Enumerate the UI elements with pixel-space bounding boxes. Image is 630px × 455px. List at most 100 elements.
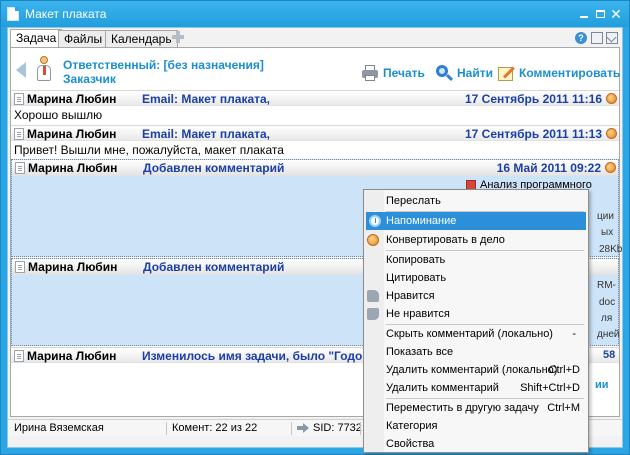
minimize-button[interactable] <box>577 7 591 21</box>
peek-text: 58 <box>603 349 616 361</box>
message-header[interactable]: Марина Любин Email: Макет плаката, 17 Се… <box>11 90 619 106</box>
message-author: Марина Любин <box>27 92 117 106</box>
message-doc-icon <box>14 350 24 362</box>
menu-item-label: Переместить в другую задачу <box>386 402 539 414</box>
peek-text: дней <box>597 329 620 340</box>
close-button[interactable]: ✕ <box>609 7 623 21</box>
minimize-icon <box>580 16 588 18</box>
comment-button[interactable]: Комментировать <box>497 64 620 82</box>
mail-icon[interactable] <box>606 32 618 44</box>
message-options-icon[interactable] <box>606 93 617 104</box>
comment-label: Комментировать <box>519 66 621 80</box>
menu-item-properties[interactable]: Свойства <box>364 435 588 453</box>
menu-item-shortcut: - <box>572 328 576 340</box>
message-body: Привет! Вышли мне, пожалуйста, макет пла… <box>14 143 284 157</box>
status-user: Ирина Вяземская <box>14 422 104 434</box>
status-comments: Комент: 22 из 22 <box>172 422 258 434</box>
menu-item-label: Скрыть комментарий (локально) <box>386 328 553 340</box>
status-separator <box>166 422 167 435</box>
document-icon <box>7 7 19 21</box>
menu-item-like[interactable]: Нравится <box>364 287 588 305</box>
thumbs-down-icon <box>367 308 379 320</box>
title-bar[interactable]: Макет плаката ✕ <box>1 1 629 27</box>
back-arrow-icon[interactable] <box>16 62 26 78</box>
tab-task[interactable]: Задача <box>10 29 63 47</box>
message-doc-icon <box>14 93 24 105</box>
peek-text: ции <box>597 211 614 222</box>
window-title: Макет плаката <box>25 7 107 21</box>
find-button[interactable]: Найти <box>435 64 493 82</box>
menu-item-quote[interactable]: Цитировать <box>364 269 588 287</box>
peek-link[interactable]: ии <box>595 379 609 391</box>
message-subject: Email: Макет плаката, <box>142 92 271 106</box>
menu-item-label: Удалить комментарий <box>386 382 499 394</box>
status-separator <box>291 422 292 435</box>
help-icon[interactable]: ? <box>575 32 587 44</box>
menu-item-forward[interactable]: Переслать <box>364 192 588 210</box>
message-date: 16 Май 2011 09:22 <box>496 161 601 175</box>
menu-item-show-all[interactable]: Показать все <box>364 343 588 361</box>
tab-files[interactable]: Файлы <box>58 30 109 47</box>
menu-item-delete[interactable]: Удалить комментарий Shift+Ctrl+D <box>364 379 588 397</box>
menu-item-label: Не нравится <box>386 308 450 320</box>
peek-text: ых <box>601 227 614 238</box>
menu-item-move[interactable]: Переместить в другую задачу Ctrl+M <box>364 399 588 417</box>
message-subject: Добавлен комментарий <box>143 260 285 274</box>
thumbs-up-icon <box>367 290 379 302</box>
menu-item-reminder[interactable]: Напоминание <box>366 212 586 230</box>
tab-calendar[interactable]: Календарь <box>105 30 178 47</box>
message-doc-icon <box>15 162 25 174</box>
peek-text: RM- <box>597 280 616 291</box>
message-header[interactable]: Марина Любин Добавлен комментарий 16 Май… <box>12 160 618 176</box>
menu-item-shortcut: Ctrl+M <box>547 402 580 414</box>
message-options-icon[interactable] <box>606 128 617 139</box>
message-date: 17 Сентябрь 2011 11:13 <box>465 127 602 141</box>
maximize-button[interactable] <box>593 7 607 21</box>
menu-item-delete-local[interactable]: Удалить комментарий (локально) Ctrl+D <box>364 361 588 379</box>
message-author: Марина Любин <box>28 260 118 274</box>
add-tab-icon[interactable] <box>172 31 184 43</box>
menu-item-label: Нравится <box>386 290 435 302</box>
search-icon <box>435 64 454 82</box>
status-sid: SID: 7732 <box>313 422 362 434</box>
menu-item-label: Конвертировать в дело <box>386 234 505 246</box>
task-header: Ответственный: [без назначения] Заказчик… <box>11 48 620 90</box>
arrow-right-icon <box>297 423 309 433</box>
message-author: Марина Любин <box>28 161 118 175</box>
clock-icon <box>369 215 381 227</box>
menu-item-hide-local[interactable]: Скрыть комментарий (локально) - <box>364 325 588 343</box>
close-icon: ✕ <box>610 6 622 22</box>
menu-item-convert[interactable]: Конвертировать в дело <box>364 231 588 249</box>
printer-icon <box>361 64 379 82</box>
menu-item-copy[interactable]: Копировать <box>364 251 588 269</box>
print-button[interactable]: Печать <box>361 64 425 82</box>
responsible-link[interactable]: Ответственный: [без назначения] <box>63 58 264 72</box>
calendar-icon[interactable] <box>591 32 603 44</box>
menu-item-shortcut: Ctrl+D <box>548 364 580 376</box>
badge-icon <box>367 234 379 246</box>
menu-item-dislike[interactable]: Не нравится <box>364 305 588 323</box>
message-options-icon[interactable] <box>605 162 616 173</box>
menu-item-label: Удалить комментарий (локально) <box>386 364 558 376</box>
menu-item-category[interactable]: Категория <box>364 417 588 435</box>
person-icon <box>35 56 53 82</box>
message-author: Марина Любин <box>27 349 117 363</box>
status-separator <box>360 422 361 435</box>
message-doc-icon <box>15 261 25 273</box>
comment-pencil-icon <box>497 64 516 82</box>
menu-item-label: Переслать <box>386 195 441 207</box>
message-header[interactable]: Марина Любин Email: Макет плаката, 17 Се… <box>11 125 619 141</box>
message-author: Марина Любин <box>27 127 117 141</box>
menu-item-label: Показать все <box>386 346 454 358</box>
message-subject: Email: Макет плаката, <box>142 127 271 141</box>
peek-text: ля <box>601 313 613 324</box>
menu-item-label: Напоминание <box>386 215 457 227</box>
context-menu: Переслать Напоминание Конвертировать в д… <box>363 189 589 453</box>
menu-item-label: Цитировать <box>386 272 447 284</box>
customer-link[interactable]: Заказчик <box>63 72 116 86</box>
tab-bar: Задача Файлы Календарь ? <box>8 28 622 47</box>
print-label: Печать <box>383 66 425 80</box>
message-date: 17 Сентябрь 2011 11:16 <box>465 92 602 106</box>
peek-text: doc <box>599 297 616 308</box>
menu-item-label: Копировать <box>386 254 446 266</box>
